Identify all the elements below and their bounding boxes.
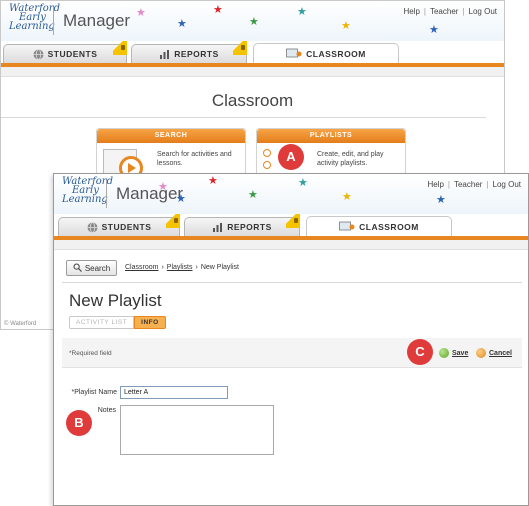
star-decoration-icon: ★ [176,193,186,205]
star-decoration-icon: ★ [158,181,168,193]
playlist-name-label: *Playlist Name [71,389,117,396]
tab-students-label: STUDENTS [101,222,152,232]
app-header: Waterford Early Learning Manager ★ ★ ★ ★… [1,1,504,41]
tab-reports-label: REPORTS [227,222,272,232]
tab-reports-label: REPORTS [174,49,219,59]
star-decoration-icon: ★ [298,177,308,189]
teacher-link[interactable]: Teacher [429,7,459,16]
divider [1,117,486,118]
classroom-icon [286,48,302,59]
divider [62,282,522,283]
star-decoration-icon: ★ [297,6,307,18]
header-links: Help | Teacher | Log Out [426,180,522,189]
close-icon [476,348,486,358]
lock-icon [233,41,247,55]
breadcrumb-classroom[interactable]: Classroom [125,264,158,271]
star-decoration-icon: ★ [248,189,258,201]
star-decoration-icon: ★ [177,18,187,30]
tab-students[interactable]: STUDENTS [3,44,127,63]
logo-divider [53,7,54,35]
callout-a: A [278,144,304,170]
tab-classroom[interactable]: CLASSROOM [306,216,452,236]
notes-textarea[interactable] [120,405,274,455]
playlist-name-input[interactable] [120,386,228,399]
tab-classroom-label: CLASSROOM [306,48,366,59]
playlists-card-text: Create, edit, and play activity playlist… [317,151,384,167]
star-decoration-icon: ★ [136,7,146,19]
logout-link[interactable]: Log Out [468,7,498,16]
header-links: Help | Teacher | Log Out [402,7,498,16]
tab-students[interactable]: STUDENTS [58,217,180,236]
playlist-bullet-icon [263,161,271,169]
magnifier-icon [73,263,82,274]
tab-students-label: STUDENTS [47,49,98,59]
star-decoration-icon: ★ [213,4,223,16]
subtab-activity-list[interactable]: ACTIVITY LIST [69,316,135,329]
cancel-label: Cancel [489,349,512,357]
student-globe-icon [33,48,44,60]
star-decoration-icon: ★ [341,20,351,32]
star-decoration-icon: ★ [208,175,218,187]
search-button-label: Search [84,263,111,273]
teacher-link[interactable]: Teacher [453,180,483,189]
app-header: Waterford Early Learning Manager ★ ★ ★ ★… [54,174,528,214]
bar-chart-icon [159,49,170,60]
callout-b: B [66,410,92,436]
checkmark-icon [439,348,449,358]
save-label: Save [452,349,469,357]
star-decoration-icon: ★ [249,16,259,28]
subtab-info[interactable]: INFO [134,316,166,329]
lock-icon [113,41,127,55]
help-link[interactable]: Help [426,180,444,189]
playlists-card-heading: PLAYLISTS [257,129,405,143]
help-link[interactable]: Help [402,7,420,16]
page-title: New Playlist [69,291,162,310]
callout-c: C [407,339,433,365]
star-decoration-icon: ★ [342,191,352,203]
gray-band [1,67,504,77]
star-decoration-icon: ★ [429,24,439,36]
lock-icon [166,214,180,228]
copyright: © Waterford [4,321,37,327]
gray-band [54,240,528,250]
breadcrumb-separator: › [195,264,198,271]
save-button[interactable]: Save [439,348,468,358]
search-button[interactable]: Search [66,260,117,276]
playlist-bullet-icon [263,149,271,157]
star-decoration-icon: ★ [436,194,446,206]
search-card-heading: SEARCH [97,129,245,143]
required-note: *Required field [69,350,112,357]
breadcrumb: Classroom › Playlists › New Playlist [125,264,239,271]
logout-link[interactable]: Log Out [492,180,522,189]
new-playlist-window: Waterford Early Learning Manager ★ ★ ★ ★… [53,173,529,506]
tab-classroom-label: CLASSROOM [359,221,419,232]
breadcrumb-playlists[interactable]: Playlists [167,264,193,271]
breadcrumb-current: New Playlist [200,264,239,271]
student-globe-icon [87,221,98,233]
search-card-text: Search for activities and lessons. [157,151,232,167]
tab-classroom[interactable]: CLASSROOM [253,43,399,63]
action-bar: *Required field Save Cancel [62,338,522,368]
classroom-icon [339,221,355,232]
cancel-button[interactable]: Cancel [476,348,512,358]
tab-reports[interactable]: REPORTS [131,44,247,63]
breadcrumb-separator: › [161,264,164,271]
main-tabbar: STUDENTS REPORTS CLASSROOM [1,41,504,63]
logo-divider [106,180,107,208]
subtabs: ACTIVITY LIST INFO [69,316,166,329]
bar-chart-icon [212,222,223,233]
page-title: Classroom [211,91,294,110]
main-tabbar: STUDENTS REPORTS CLASSROOM [54,214,528,236]
tab-reports[interactable]: REPORTS [184,217,300,236]
app-title: Manager [63,11,131,30]
lock-icon [286,214,300,228]
app-title: Manager [116,184,184,203]
